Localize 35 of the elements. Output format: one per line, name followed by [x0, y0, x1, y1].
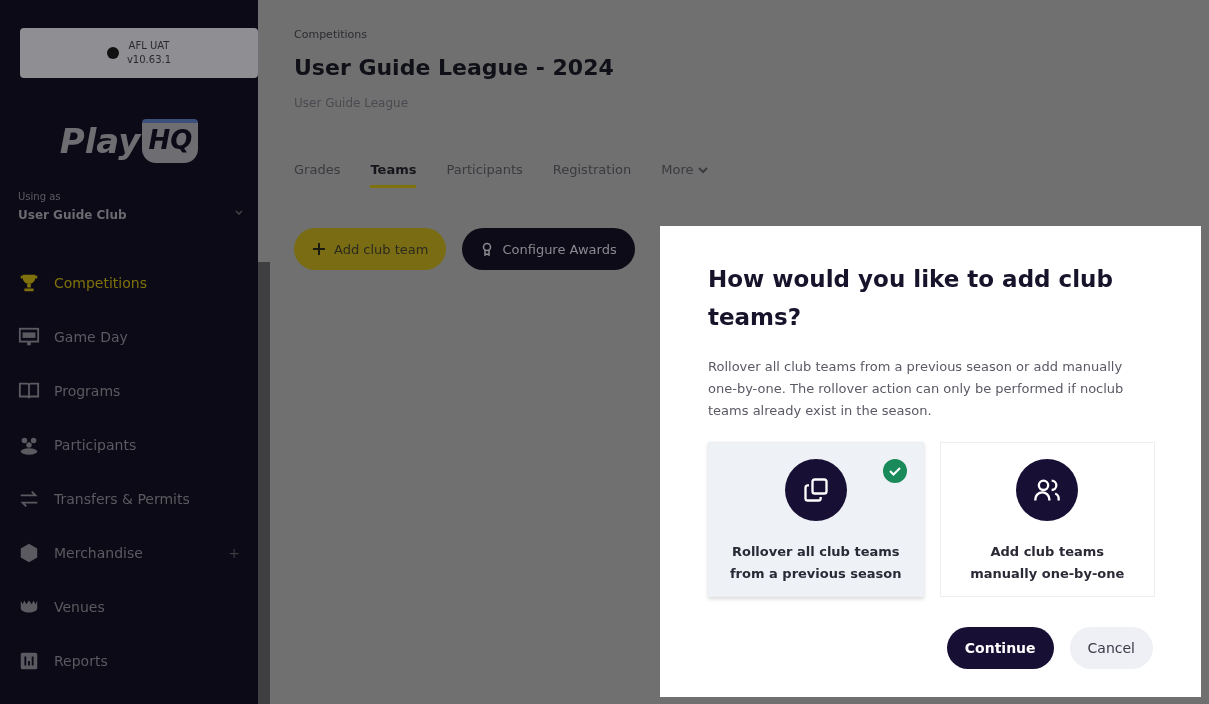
configure-awards-button[interactable]: Configure Awards — [462, 228, 635, 270]
nav-item[interactable]: Competitions — [0, 256, 258, 310]
logo-shield: HQ — [142, 119, 199, 163]
page-title: User Guide League - 2024 — [294, 55, 615, 80]
info-icon — [106, 47, 119, 59]
trophy-icon — [18, 272, 40, 294]
nav-item[interactable]: Game Day — [0, 310, 258, 364]
box-icon — [18, 542, 40, 564]
environment-version: v10.63.1 — [126, 53, 172, 67]
nav-item[interactable]: Merchandise + — [0, 526, 258, 580]
logo-text: Play — [59, 121, 141, 161]
arrows-icon — [18, 488, 40, 510]
option-card[interactable]: Add club teams manually one-by-one — [939, 442, 1155, 597]
nav-item[interactable]: Participants — [0, 418, 258, 472]
dialog-title: How would you like to add club teams? — [708, 265, 1114, 332]
nav-item[interactable]: Reports — [0, 634, 258, 688]
chevron-down-icon — [234, 208, 244, 218]
cancel-button[interactable]: Cancel — [1069, 627, 1153, 669]
using-as-label: Using as — [18, 191, 62, 202]
breadcrumb-link[interactable]: Competitions — [294, 28, 1209, 41]
nav-item[interactable]: Transfers & Permits — [0, 472, 258, 526]
monitor-icon — [18, 326, 40, 348]
chart-icon — [18, 650, 40, 672]
add-club-team-button[interactable]: Add club team — [294, 228, 447, 270]
environment-name: AFL UAT — [128, 39, 170, 53]
tab[interactable]: Teams — [370, 162, 417, 188]
dialog-description: Rollover all club teams from a previous season or add manually one-by-one. The rollover action can only be performed if noclub teams already exist in the season. — [708, 358, 1125, 420]
nav-item[interactable]: Programs — [0, 364, 258, 418]
scrollbar[interactable] — [258, 262, 270, 704]
check-icon — [882, 459, 907, 483]
plus-icon — [312, 242, 326, 256]
nav-item[interactable]: Venues — [0, 580, 258, 634]
club-selector[interactable]: User Guide Club — [18, 208, 258, 222]
option-card[interactable]: Rollover all club teams from a previous season — [708, 442, 924, 597]
continue-button[interactable]: Continue — [946, 627, 1054, 669]
